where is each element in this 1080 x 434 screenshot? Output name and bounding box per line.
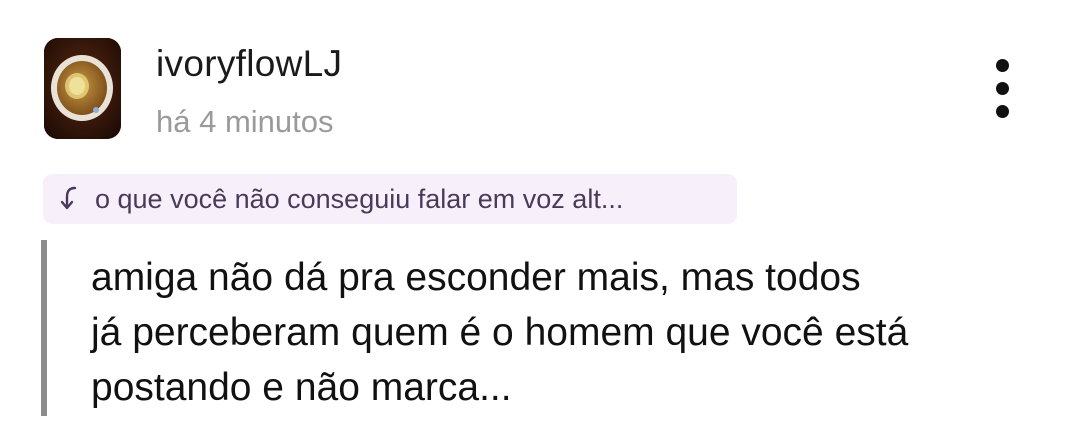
post-card: ivoryflowLJ há 4 minutos o que você não …	[0, 0, 1080, 434]
reply-reference-text: o que você não conseguiu falar em voz al…	[95, 184, 624, 214]
reply-arrow-icon	[60, 186, 77, 210]
username[interactable]: ivoryflowLJ	[156, 42, 342, 86]
tea-cup-avatar-icon	[44, 38, 121, 139]
avatar[interactable]	[44, 38, 121, 139]
more-options-button[interactable]	[980, 55, 1028, 123]
post-body: amiga não dá pra esconder mais, mas todo…	[91, 250, 1051, 415]
quote-bar	[41, 240, 47, 416]
post-body-line: amiga não dá pra esconder mais, mas todo…	[91, 256, 861, 299]
post-body-line: já perceberam quem é o homem que você es…	[91, 311, 909, 354]
post-body-line: postando e não marca...	[91, 366, 512, 409]
reply-reference-chip[interactable]: o que você não conseguiu falar em voz al…	[43, 174, 737, 224]
timestamp: há 4 minutos	[156, 104, 334, 139]
